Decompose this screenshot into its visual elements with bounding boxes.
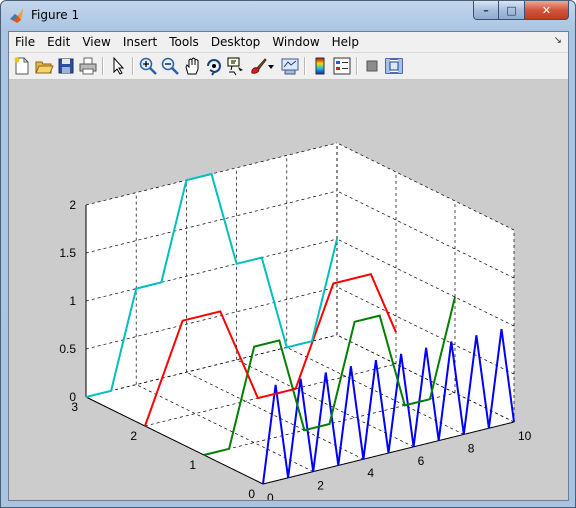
y-tick-label: 0 (248, 487, 255, 500)
axes-panes (86, 143, 514, 484)
x-tick-label: 4 (367, 466, 374, 480)
x-tick-label: 6 (418, 454, 425, 468)
insert-legend-icon[interactable] (332, 56, 352, 76)
caption-buttons: – □ ✕ (473, 1, 569, 21)
insert-colorbar-icon[interactable] (310, 56, 330, 76)
toolbar-separator (304, 57, 306, 75)
x-tick-label: 8 (468, 441, 475, 455)
toolbar-separator (132, 57, 134, 75)
z-tick-label: 0.5 (59, 342, 76, 356)
z-tick-label: 2 (69, 198, 76, 212)
print-icon[interactable] (78, 56, 98, 76)
menu-bar: File Edit View Insert Tools Desktop Wind… (9, 32, 568, 53)
pan-hand-icon[interactable] (182, 56, 202, 76)
link-plot-icon[interactable] (280, 56, 300, 76)
open-file-icon[interactable] (34, 56, 54, 76)
menu-window[interactable]: Window (266, 35, 325, 49)
close-icon: ✕ (541, 3, 552, 17)
figure-client-area: File Edit View Insert Tools Desktop Wind… (8, 31, 570, 505)
title-bar[interactable]: Figure 1 – □ ✕ (1, 1, 575, 31)
x-tick-label: 0 (267, 491, 274, 500)
minimize-icon: – (483, 3, 489, 17)
maximize-icon: □ (506, 3, 517, 17)
show-plot-tools-icon[interactable] (384, 56, 404, 76)
toolbar-separator (102, 57, 104, 75)
menu-edit[interactable]: Edit (41, 35, 76, 49)
x-tick-label: 2 (317, 479, 324, 493)
rotate-3d-icon[interactable] (204, 56, 224, 76)
matlab-logo-icon (10, 9, 23, 23)
data-cursor-icon[interactable] (226, 56, 246, 76)
y-tick-label: 2 (130, 429, 137, 443)
window-title: Figure 1 (31, 8, 80, 22)
zoom-out-icon[interactable] (160, 56, 180, 76)
menu-view[interactable]: View (76, 35, 116, 49)
3d-line-plot[interactable]: 0246810012300.511.52 (9, 80, 570, 505)
new-figure-icon[interactable] (12, 56, 32, 76)
menu-insert[interactable]: Insert (117, 35, 163, 49)
figure-window: Figure 1 – □ ✕ File Edit View Insert Too… (0, 0, 576, 508)
hide-plot-tools-icon[interactable] (362, 56, 382, 76)
brush-dropdown-icon[interactable] (266, 56, 276, 76)
figure-toolbar (9, 53, 568, 80)
minimize-button[interactable]: – (473, 1, 499, 20)
figure-canvas[interactable]: 0 2 4 6 8 10 0 1 2 3 0 0.5 1 1.5 2 (9, 80, 570, 505)
z-tick-label: 1 (69, 294, 76, 308)
menu-file[interactable]: File (9, 35, 41, 49)
close-button[interactable]: ✕ (525, 1, 569, 20)
menu-help[interactable]: Help (326, 35, 365, 49)
y-tick-label: 1 (189, 458, 196, 472)
toolbar-separator (356, 57, 358, 75)
menu-desktop[interactable]: Desktop (205, 35, 267, 49)
brush-icon[interactable] (248, 56, 268, 76)
dock-arrow-icon[interactable]: ↘ (554, 35, 562, 46)
edit-plot-arrow-icon[interactable] (108, 56, 128, 76)
zoom-in-icon[interactable] (138, 56, 158, 76)
z-tick-label: 1.5 (59, 246, 76, 260)
maximize-button[interactable]: □ (499, 1, 525, 20)
menu-tools[interactable]: Tools (163, 35, 205, 49)
z-tick-label: 0 (69, 390, 76, 404)
x-tick-label: 10 (518, 429, 532, 443)
save-icon[interactable] (56, 56, 76, 76)
